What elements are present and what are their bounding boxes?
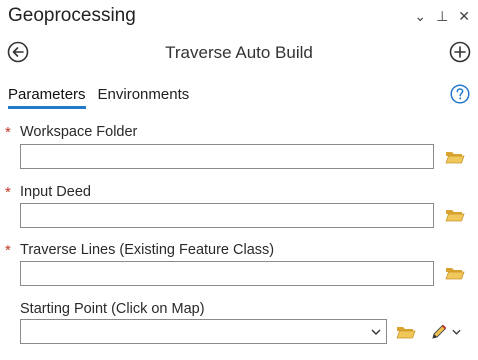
options-menu-icon[interactable]: ⌄ — [414, 8, 426, 24]
tab-parameters[interactable]: Parameters — [8, 86, 86, 109]
close-icon[interactable]: ✕ — [458, 8, 470, 24]
add-circle-icon[interactable] — [449, 41, 471, 63]
pane-title: Geoprocessing — [8, 5, 136, 26]
required-marker: * — [5, 124, 11, 141]
traverse-lines-field[interactable] — [20, 261, 434, 286]
chevron-down-icon[interactable] — [452, 328, 461, 336]
starting-point-label: Starting Point (Click on Map) — [20, 301, 205, 317]
required-marker: * — [5, 184, 11, 201]
browse-folder-icon[interactable] — [445, 207, 465, 223]
browse-folder-icon[interactable] — [396, 324, 416, 340]
window-controls: ⌄ ⊥ ✕ — [414, 8, 470, 24]
help-icon[interactable] — [450, 84, 470, 104]
required-marker: * — [5, 242, 11, 259]
pencil-sketch-icon[interactable] — [430, 323, 448, 341]
input-deed-label: Input Deed — [20, 184, 91, 200]
traverse-lines-label: Traverse Lines (Existing Feature Class) — [20, 242, 275, 258]
workspace-folder-field[interactable] — [20, 144, 434, 169]
tab-bar: Parameters Environments — [8, 86, 189, 109]
tab-environments[interactable]: Environments — [98, 86, 190, 109]
browse-folder-icon[interactable] — [445, 149, 465, 165]
browse-folder-icon[interactable] — [445, 265, 465, 281]
pin-icon[interactable]: ⊥ — [436, 8, 448, 24]
starting-point-combobox[interactable] — [20, 319, 387, 344]
traverse-lines-input[interactable] — [21, 262, 433, 285]
workspace-folder-label: Workspace Folder — [20, 124, 138, 140]
starting-point-input[interactable] — [21, 320, 386, 343]
chevron-down-icon[interactable] — [371, 328, 381, 336]
tool-title: Traverse Auto Build — [165, 43, 313, 62]
input-deed-field[interactable] — [20, 203, 434, 228]
input-deed-input[interactable] — [21, 204, 433, 227]
workspace-folder-input[interactable] — [21, 145, 433, 168]
tool-header: Traverse Auto Build — [0, 38, 478, 68]
